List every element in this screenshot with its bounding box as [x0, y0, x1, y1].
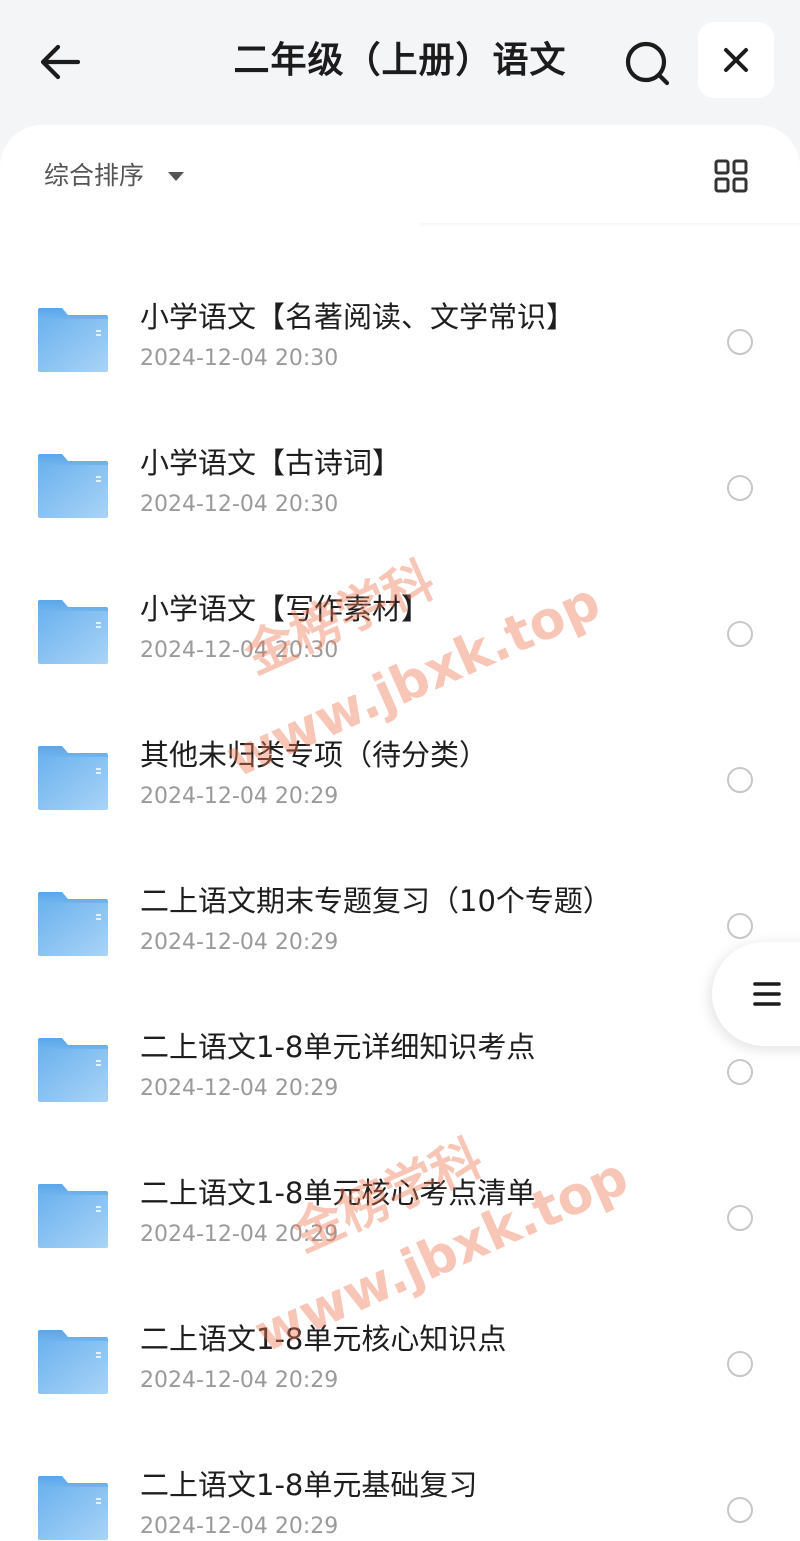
folder-icon	[36, 306, 110, 374]
menu-icon	[753, 982, 781, 1006]
folder-date: 2024-12-04 20:29	[140, 1514, 339, 1539]
select-radio[interactable]	[727, 1351, 753, 1377]
divider	[420, 223, 800, 227]
folder-date: 2024-12-04 20:29	[140, 930, 339, 955]
folder-icon	[36, 1474, 110, 1541]
folder-icon	[36, 1182, 110, 1250]
folder-date: 2024-12-04 20:29	[140, 1368, 339, 1393]
list-item[interactable]: 小学语文【名著阅读、文学常识】 2024-12-04 20:30	[0, 272, 800, 418]
folder-icon	[36, 598, 110, 666]
grid-view-button[interactable]	[714, 159, 748, 193]
caret-down-icon[interactable]	[168, 172, 184, 181]
folder-name: 小学语文【古诗词】	[140, 446, 402, 480]
folder-name: 二上语文1-8单元核心知识点	[140, 1322, 507, 1356]
close-button[interactable]	[698, 22, 774, 98]
list-item[interactable]: 二上语文期末专题复习（10个专题） 2024-12-04 20:29	[0, 856, 800, 1002]
folder-date: 2024-12-04 20:30	[140, 492, 339, 517]
folder-name: 二上语文1-8单元核心考点清单	[140, 1176, 536, 1210]
folder-icon	[36, 452, 110, 520]
top-bar: 二年级（上册）语文	[0, 0, 800, 125]
folder-icon	[36, 744, 110, 812]
folder-icon	[36, 890, 110, 958]
list-item[interactable]: 二上语文1-8单元核心考点清单 2024-12-04 20:29	[0, 1148, 800, 1294]
list-item[interactable]: 小学语文【古诗词】 2024-12-04 20:30	[0, 418, 800, 564]
list-item[interactable]: 二上语文1-8单元核心知识点 2024-12-04 20:29	[0, 1294, 800, 1440]
folder-icon	[36, 1036, 110, 1104]
sort-dropdown[interactable]: 综合排序	[44, 159, 144, 193]
folder-name: 其他未归类专项（待分类）	[140, 738, 489, 772]
folder-list: 小学语文【名著阅读、文学常识】 2024-12-04 20:30 小学语文【古诗词】…	[0, 272, 800, 1541]
select-radio[interactable]	[727, 329, 753, 355]
folder-icon	[36, 1328, 110, 1396]
folder-name: 小学语文【名著阅读、文学常识】	[140, 300, 576, 334]
select-radio[interactable]	[727, 475, 753, 501]
select-radio[interactable]	[727, 1059, 753, 1085]
select-radio[interactable]	[727, 1497, 753, 1523]
search-button[interactable]	[622, 38, 672, 88]
folder-date: 2024-12-04 20:30	[140, 638, 339, 663]
folder-date: 2024-12-04 20:29	[140, 1076, 339, 1101]
folder-name: 二上语文1-8单元基础复习	[140, 1468, 478, 1502]
list-item[interactable]: 二上语文1-8单元基础复习 2024-12-04 20:29	[0, 1440, 800, 1541]
list-item[interactable]: 小学语文【写作素材】 2024-12-04 20:30	[0, 564, 800, 710]
folder-name: 二上语文1-8单元详细知识考点	[140, 1030, 536, 1064]
select-radio[interactable]	[727, 767, 753, 793]
page-title: 二年级（上册）语文	[233, 40, 567, 81]
select-radio[interactable]	[727, 913, 753, 939]
file-list-panel: 综合排序 小学语文【名著阅读、文学常识】 2024-12-04 20:30 小学语文…	[0, 125, 800, 1541]
select-radio[interactable]	[727, 1205, 753, 1231]
search-icon	[625, 41, 670, 86]
list-item[interactable]: 二上语文1-8单元详细知识考点 2024-12-04 20:29	[0, 1002, 800, 1148]
folder-name: 小学语文【写作素材】	[140, 592, 431, 626]
grid-view-icon	[714, 159, 748, 193]
folder-date: 2024-12-04 20:29	[140, 1222, 339, 1247]
folder-date: 2024-12-04 20:29	[140, 784, 339, 809]
folder-name: 二上语文期末专题复习（10个专题）	[140, 884, 612, 918]
select-radio[interactable]	[727, 621, 753, 647]
folder-date: 2024-12-04 20:30	[140, 346, 339, 371]
close-icon	[724, 48, 748, 72]
list-item[interactable]: 其他未归类专项（待分类） 2024-12-04 20:29	[0, 710, 800, 856]
sort-bar: 综合排序	[0, 125, 800, 225]
